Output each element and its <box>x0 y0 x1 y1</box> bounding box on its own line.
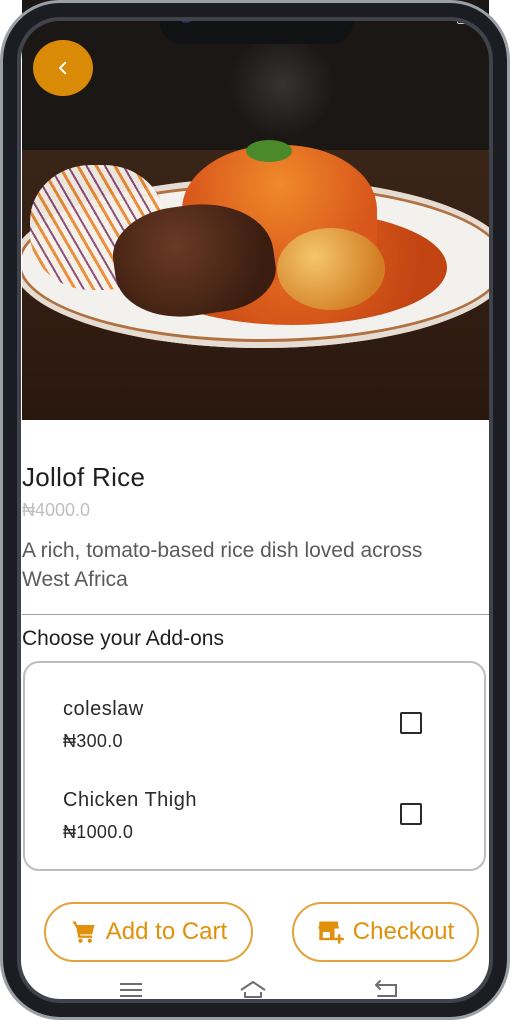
addons-card: coleslaw ₦300.0 Chicken Thigh ₦1000.0 <box>23 661 486 871</box>
addon-price: ₦1000.0 <box>63 822 134 842</box>
cart-icon <box>72 921 95 943</box>
store-add-icon <box>317 921 344 944</box>
home-icon[interactable] <box>239 978 267 1002</box>
hero-herb-garnish <box>246 140 292 162</box>
app-screen: Sun Jun 16:42 4G Jollof Rice ₦4000.0 A r… <box>22 0 489 1020</box>
front-camera <box>179 9 193 23</box>
menu-icon[interactable] <box>117 978 145 1002</box>
hero-steam <box>222 30 342 140</box>
addons-heading: Choose your Add-ons <box>22 627 224 650</box>
addon-name: coleslaw <box>63 698 144 720</box>
chevron-left-icon <box>59 61 67 75</box>
status-network: 4G <box>436 10 451 22</box>
addon-item-coleslaw[interactable]: coleslaw ₦300.0 <box>63 698 453 758</box>
product-title: Jollof Rice <box>22 462 146 492</box>
back-button[interactable] <box>33 40 93 96</box>
addon-price: ₦300.0 <box>63 731 123 751</box>
section-divider <box>22 614 489 615</box>
product-price: ₦4000.0 <box>22 500 91 520</box>
checkout-label: Checkout <box>352 918 455 945</box>
back-nav-icon[interactable] <box>372 978 400 1002</box>
hero-egg <box>277 228 385 310</box>
add-to-cart-label: Add to Cart <box>105 918 228 945</box>
addon-checkbox-chicken-thigh[interactable] <box>400 803 422 825</box>
checkout-button[interactable]: Checkout <box>292 902 479 962</box>
product-description: A rich, tomato-based rice dish loved acr… <box>22 539 423 591</box>
status-time: Sun Jun 16:42 <box>36 10 107 22</box>
addon-name: Chicken Thigh <box>63 789 197 811</box>
camera-notch <box>160 0 353 44</box>
battery-icon <box>457 13 475 24</box>
add-to-cart-button[interactable]: Add to Cart <box>44 902 253 962</box>
addon-item-chicken-thigh[interactable]: Chicken Thigh ₦1000.0 <box>63 789 453 849</box>
system-nav-bar <box>22 970 489 1010</box>
addon-checkbox-coleslaw[interactable] <box>400 712 422 734</box>
